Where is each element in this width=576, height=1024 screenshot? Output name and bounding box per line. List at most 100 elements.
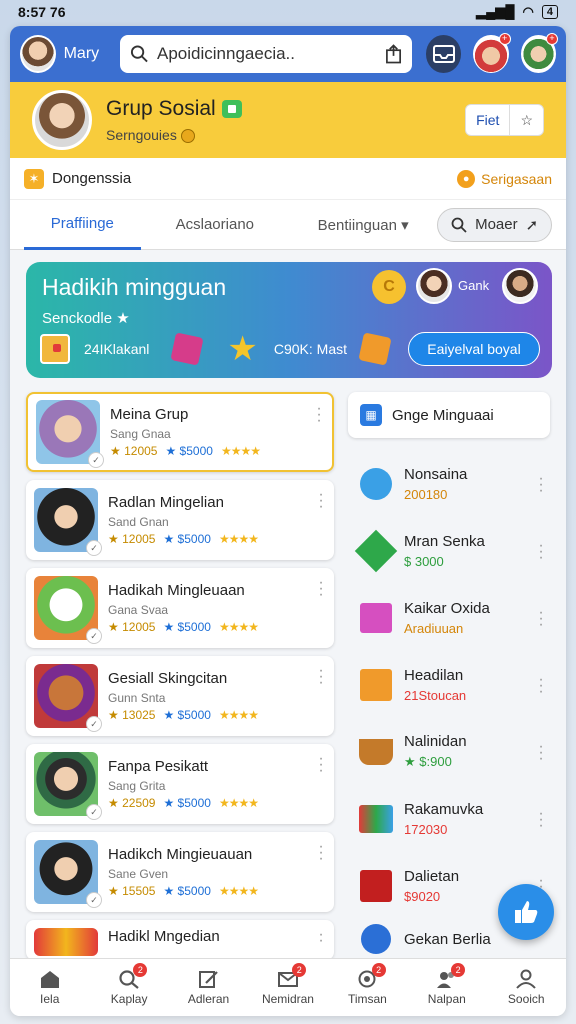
friend-avatar-2[interactable]: + bbox=[520, 33, 558, 73]
check-icon: ✓ bbox=[86, 716, 102, 732]
list-item[interactable]: ✓ Hadikch Mingieuauan Sane Gven ★ 15505 ★… bbox=[26, 832, 334, 912]
group-title: Grup Sosial bbox=[106, 96, 216, 120]
group-avatar[interactable] bbox=[32, 90, 92, 150]
check-icon: ✓ bbox=[88, 452, 104, 468]
rating-stars: ★★★★ bbox=[218, 796, 259, 810]
gift-item[interactable]: Nalinidan ★ $:900 · · · bbox=[348, 718, 552, 785]
search-input[interactable] bbox=[157, 44, 378, 64]
edit-icon bbox=[198, 971, 218, 988]
wifi-icon: ◠ bbox=[522, 4, 534, 19]
gift-item[interactable]: Mran Senka $ 3000 · · · bbox=[348, 517, 552, 584]
app-window: Mary + + Grup Sosial Serngouies bbox=[10, 26, 566, 1016]
favorite-button[interactable]: ☆ bbox=[510, 112, 543, 129]
inbox-button[interactable] bbox=[426, 35, 462, 73]
nav-kaplay[interactable]: 2 Kaplay bbox=[89, 959, 168, 1016]
more-options-icon[interactable]: ··· bbox=[318, 839, 324, 867]
banner-stat-1: 24IKlakanl bbox=[84, 341, 150, 357]
more-options-icon[interactable]: ··· bbox=[318, 487, 324, 515]
nav-nalpan[interactable]: 2 Nalpan bbox=[407, 959, 486, 1016]
more-button[interactable]: Moaer ➚ bbox=[437, 207, 553, 242]
battery-icon: 4 bbox=[541, 5, 558, 19]
more-options-icon[interactable]: ··· bbox=[538, 672, 544, 700]
item-thumbnail: ✓ bbox=[34, 752, 102, 820]
notification-dot: + bbox=[546, 33, 558, 45]
nav-adleran[interactable]: Adleran bbox=[169, 959, 248, 1016]
nav-sooich[interactable]: Sooich bbox=[487, 959, 566, 1016]
share-icon[interactable] bbox=[385, 44, 402, 64]
status-bar: 8:57 76 ▂▄▆█ ◠ 4 bbox=[0, 0, 576, 24]
user-avatar[interactable] bbox=[20, 35, 56, 73]
tab-bentiinguan[interactable]: Bentiinguan ▾ bbox=[289, 200, 437, 250]
gift-item[interactable]: Kaikar Oxida Aradiuuan · · · bbox=[348, 584, 552, 651]
more-options-icon[interactable]: ··· bbox=[318, 575, 324, 603]
gift-item[interactable]: Headilan 21Stoucan · · · bbox=[348, 651, 552, 718]
list-item[interactable]: ✓ Meina Grup Sang Gnaa ★ 12005 ★ $5000 ★★★… bbox=[26, 392, 334, 472]
list-item[interactable]: ✓ Radlan Mingelian Sand Gnan ★ 12005 ★ $5… bbox=[26, 480, 334, 560]
item-stats: ★ 13025 ★ $5000 ★★★★ bbox=[108, 708, 259, 722]
more-options-icon[interactable]: ··· bbox=[538, 471, 544, 499]
filter-button[interactable]: Fiet bbox=[466, 105, 511, 135]
rating-stars: ★★★★ bbox=[218, 884, 259, 898]
gift-icon bbox=[40, 334, 70, 364]
list-item[interactable]: ✓ Gesiall Skingcitan Gunn Snta ★ 13025 ★ … bbox=[26, 656, 334, 736]
banner-user-avatar[interactable] bbox=[416, 268, 452, 304]
coin-icon: C bbox=[372, 270, 406, 304]
banner-stats-row: 24IKlakanl ★ C90K: Mast Eaiyelval boyal bbox=[40, 330, 540, 368]
thumbs-up-button[interactable] bbox=[498, 884, 554, 940]
tab-acslaoriano[interactable]: Acslaoriano bbox=[141, 200, 289, 250]
gift-item[interactable]: Nonsaina 200180 · · · bbox=[348, 450, 552, 517]
gift-bundle-icon bbox=[356, 799, 396, 839]
more-options-icon[interactable]: ··· bbox=[538, 538, 544, 566]
panel-header[interactable]: ▦ Gnge Minguaai bbox=[348, 392, 550, 438]
category-label[interactable]: Dongenssia bbox=[52, 170, 131, 187]
promo-banner[interactable]: Hadikih mingguan Senckodle ★ C Gank 24IK… bbox=[26, 262, 552, 378]
search-icon bbox=[451, 217, 467, 233]
item-subtitle: Sand Gnan bbox=[108, 515, 169, 529]
item-title: Hadikl Mngedian bbox=[108, 928, 220, 945]
user-name: Mary bbox=[63, 45, 100, 62]
nav-badge: 2 bbox=[292, 963, 307, 977]
check-icon: ✓ bbox=[86, 628, 102, 644]
item-thumbnail: ✓ bbox=[34, 840, 102, 908]
nav-timsan[interactable]: 2 Timsan bbox=[328, 959, 407, 1016]
banner-stat-2: C90K: Mast bbox=[273, 341, 348, 357]
more-options-icon[interactable]: ··· bbox=[538, 739, 544, 767]
list-item[interactable]: ✓ Fanpa Pesikatt Sang Grita ★ 22509 ★ $50… bbox=[26, 744, 334, 824]
more-options-icon[interactable]: · · bbox=[318, 927, 324, 949]
search-box[interactable] bbox=[120, 35, 413, 73]
more-options-icon[interactable]: ··· bbox=[318, 751, 324, 779]
friend-avatar-1[interactable]: + bbox=[473, 33, 511, 73]
list-item[interactable]: ✓ Hadikah Mingleuaan Gana Svaa ★ 12005 ★ … bbox=[26, 568, 334, 648]
banner-user-name: Gank bbox=[458, 278, 490, 293]
more-options-icon[interactable]: ··· bbox=[538, 806, 544, 834]
more-options-icon[interactable]: ··· bbox=[316, 401, 322, 429]
item-stats: ★ 12005 ★ $5000 ★★★★ bbox=[108, 620, 259, 634]
more-options-icon[interactable]: ··· bbox=[538, 605, 544, 633]
location-pin-icon: ● bbox=[457, 169, 476, 188]
item-stats: ★ 12005 ★ $5000 ★★★★ bbox=[108, 532, 259, 546]
banner-user-avatar-2[interactable] bbox=[502, 268, 538, 304]
search-icon bbox=[131, 45, 148, 63]
category-right-link[interactable]: ● Serigasaan bbox=[457, 169, 552, 188]
group-list: ✓ Meina Grup Sang Gnaa ★ 12005 ★ $5000 ★★★… bbox=[26, 392, 334, 968]
list-item[interactable]: Hadikl Mngedian · · bbox=[26, 920, 334, 960]
nav-nemidran[interactable]: 2 Nemidran bbox=[248, 959, 327, 1016]
more-options-icon[interactable]: ··· bbox=[318, 663, 324, 691]
video-icon bbox=[221, 99, 242, 118]
rating-stars: ★★★★ bbox=[218, 708, 259, 722]
arrow-right-icon: ➚ bbox=[525, 216, 539, 234]
tab-bar: Praffiinge Acslaoriano Bentiinguan ▾ Moa… bbox=[10, 200, 566, 250]
gift-item[interactable]: Rakamuvka 172030 · · · bbox=[348, 785, 552, 852]
check-icon: ✓ bbox=[86, 804, 102, 820]
tab-praffiinge[interactable]: Praffiinge bbox=[24, 200, 141, 250]
nav-home[interactable]: Iela bbox=[10, 959, 89, 1016]
banner-cta-button[interactable]: Eaiyelval boyal bbox=[408, 332, 540, 366]
item-title: Fanpa Pesikatt bbox=[108, 758, 209, 775]
weekly-gifts-panel: ▦ Gnge Minguaai Nonsaina 200180 · · · Mran … bbox=[348, 392, 552, 959]
item-subtitle: Sang Gnaa bbox=[110, 427, 171, 441]
item-subtitle: Sang Grita bbox=[108, 779, 166, 793]
header-action-group: Fiet ☆ bbox=[465, 104, 544, 136]
star-icon: ★ bbox=[227, 330, 258, 368]
globe-icon bbox=[356, 919, 396, 959]
rating-stars: ★★★★ bbox=[218, 620, 259, 634]
